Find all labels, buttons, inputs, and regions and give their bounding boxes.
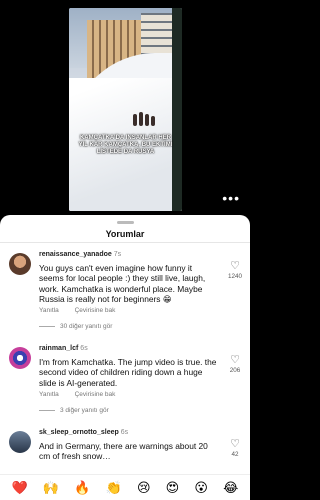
divider: [0, 242, 250, 243]
heart-icon[interactable]: ♡: [224, 355, 246, 366]
like-count: 1240: [227, 273, 242, 280]
video-area[interactable]: Kamçatka'da insanlar her yıl kar KAMÇATK…: [0, 0, 250, 215]
like-group: ♡ 1240: [224, 261, 246, 281]
emoji-reaction-bar: ❤️ 🙌 🔥 👏 😢 😍 😮 😂: [0, 474, 250, 500]
comment-time: 6s: [80, 345, 88, 352]
comment-username[interactable]: sk_sleep_ornotto_sleep 6s: [39, 429, 128, 436]
translate-button[interactable]: Çevirisine bak: [75, 307, 116, 314]
people: [131, 104, 159, 126]
comment-text: And in Germany, there are warnings about…: [39, 441, 208, 462]
raised-hands-emoji[interactable]: 🙌: [43, 481, 59, 494]
comment-text: I'm from Kamchatka. The jump video is tr…: [39, 357, 217, 388]
surprised-emoji[interactable]: 😮: [194, 481, 208, 494]
view-more-replies[interactable]: 30 diğer yanıtı gör: [39, 323, 112, 330]
like-group: ♡ 206: [224, 355, 246, 375]
crying-emoji[interactable]: 😢: [137, 481, 151, 494]
drag-handle[interactable]: [117, 221, 134, 224]
heart-eyes-emoji[interactable]: 😍: [166, 481, 180, 494]
avatar[interactable]: [9, 347, 31, 369]
view-more-replies[interactable]: 3 diğer yanıtı gör: [39, 407, 109, 414]
fire-emoji[interactable]: 🔥: [74, 481, 90, 494]
comments-sheet: Yorumlar renaissance_yanadoe 7s You guys …: [0, 215, 250, 500]
comment-time: 7s: [113, 251, 122, 258]
heart-icon[interactable]: ♡: [224, 439, 246, 450]
reply-button[interactable]: Yanıtla: [39, 307, 59, 314]
like-group: ♡ 42: [224, 439, 246, 459]
sheet-title: Yorumlar: [105, 229, 145, 239]
more-horizontal-icon[interactable]: •••: [222, 190, 240, 206]
video-caption: Kamçatka'da insanlar her yıl kar KAMÇATK…: [78, 135, 173, 155]
reply-button[interactable]: Yanıtla: [39, 391, 59, 398]
comment-actions: Yanıtla Çevirisine bak: [39, 391, 129, 398]
laughing-emoji[interactable]: 😂: [223, 481, 238, 494]
translate-button[interactable]: Çevirisine bak: [75, 391, 116, 398]
comment-time: 6s: [120, 429, 129, 436]
comment-text: You guys can't even imagine how funny it…: [39, 263, 206, 304]
like-count: 42: [231, 451, 239, 458]
trees: [172, 8, 182, 211]
comment-username[interactable]: rainman_lcf 6s: [39, 345, 88, 352]
comment-username[interactable]: renaissance_yanadoe 7s: [39, 251, 121, 258]
video-frame[interactable]: Kamçatka'da insanlar her yıl kar KAMÇATK…: [69, 8, 182, 211]
like-count: 206: [229, 367, 241, 374]
clapping-emoji[interactable]: 👏: [106, 481, 122, 494]
comment-actions: Yanıtla Çevirisine bak: [39, 307, 129, 314]
heart-icon[interactable]: ♡: [224, 261, 246, 272]
heart-emoji[interactable]: ❤️: [12, 481, 28, 494]
avatar[interactable]: [9, 253, 31, 275]
avatar[interactable]: [9, 431, 31, 453]
